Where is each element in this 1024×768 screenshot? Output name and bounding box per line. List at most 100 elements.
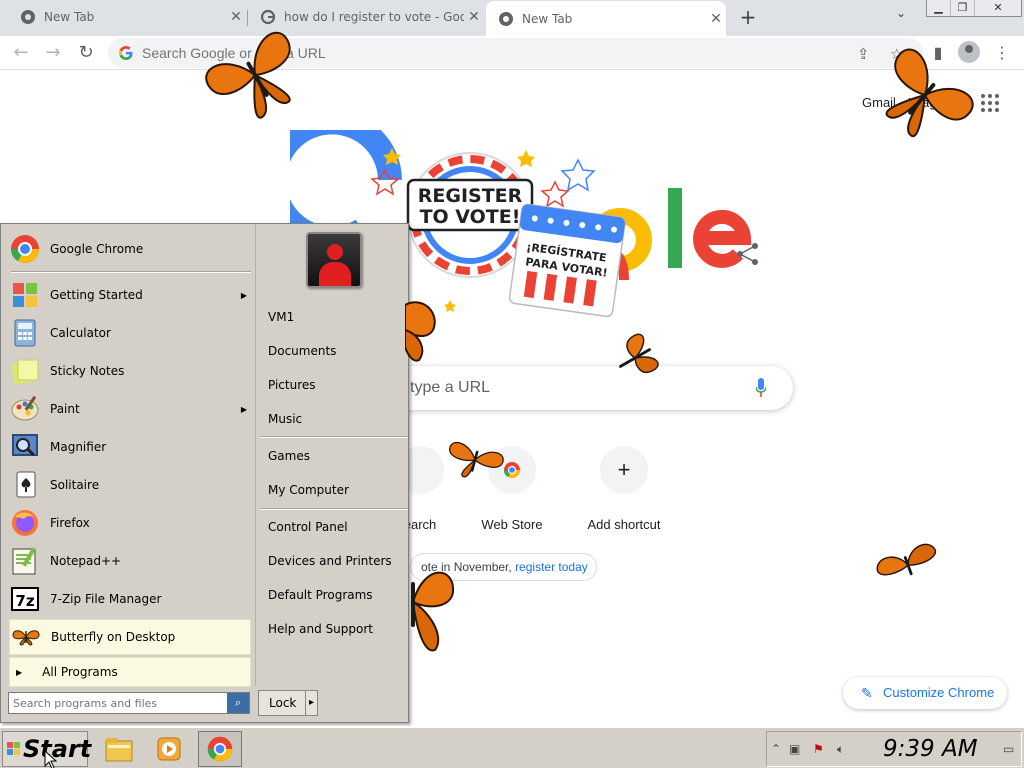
start-link-music[interactable]: Music	[268, 412, 302, 426]
kebab-menu-icon[interactable]: ⋮	[991, 42, 1013, 64]
start-link-my-computer[interactable]: My Computer	[268, 483, 349, 497]
start-link-pictures[interactable]: Pictures	[268, 378, 316, 392]
tab-close-icon[interactable]: ✕	[464, 9, 484, 25]
magnifier-icon	[12, 434, 38, 456]
start-item-butterfly-on-desktop[interactable]: Butterfly on Desktop	[9, 619, 251, 655]
start-item-notepadpp[interactable]: Notepad++	[9, 543, 251, 579]
forward-arrow-icon[interactable]: →	[40, 40, 66, 66]
clock[interactable]: 9:39 AM	[883, 736, 978, 762]
sticky-notes-icon	[11, 359, 39, 385]
start-item-google-chrome[interactable]: Google Chrome	[9, 231, 251, 267]
start-item-getting-started[interactable]: Getting Started ▶	[9, 277, 251, 313]
butterfly-overlay[interactable]	[590, 318, 680, 398]
firefox-icon	[12, 510, 38, 536]
butterfly-overlay[interactable]	[866, 540, 950, 590]
show-desktop-icon[interactable]: ▭	[1003, 742, 1014, 756]
submenu-arrow-icon: ▶	[240, 290, 247, 300]
start-item-label: Notepad++	[50, 554, 122, 568]
tab-new-tab-active[interactable]: New Tab ✕	[486, 1, 726, 36]
taskbar-media-player[interactable]	[151, 731, 187, 767]
start-search-box[interactable]: ⌕	[8, 692, 250, 714]
taskbar-explorer[interactable]	[101, 731, 137, 767]
network-icon[interactable]: ▣	[789, 742, 800, 756]
getting-started-icon	[13, 283, 37, 307]
ntp-search-placeholder: type a URL	[410, 379, 491, 396]
reload-icon[interactable]: ↻	[73, 40, 99, 66]
start-item-solitaire[interactable]: Solitaire	[9, 467, 251, 503]
restore-icon[interactable]: ❐	[951, 0, 975, 16]
volume-icon[interactable]: 🔈︎	[837, 742, 844, 757]
start-item-calculator[interactable]: Calculator	[9, 315, 251, 351]
tab-title: how do I register to vote - Google S	[284, 10, 464, 24]
start-item-label: Paint	[50, 402, 80, 416]
taskbar: Start ⌃ ▣ ⚑ 🔈︎ 9:39 AM ▭	[0, 726, 1024, 768]
start-item-firefox[interactable]: Firefox	[9, 505, 251, 541]
start-link-default-programs[interactable]: Default Programs	[268, 588, 373, 602]
start-item-label: Butterfly on Desktop	[51, 630, 176, 644]
minimize-icon[interactable]: ▁	[927, 0, 951, 16]
start-item-7zip[interactable]: 7z 7-Zip File Manager	[9, 581, 251, 617]
customize-label: Customize Chrome	[883, 685, 995, 700]
start-search-input[interactable]	[13, 695, 223, 711]
system-tray: ⌃ ▣ ⚑ 🔈︎ 9:39 AM ▭	[766, 731, 1022, 767]
start-link-help-support[interactable]: Help and Support	[268, 622, 373, 636]
share-icon[interactable]: ⇪	[857, 45, 870, 63]
start-link-documents[interactable]: Documents	[268, 344, 336, 358]
start-link-vm1[interactable]: VM1	[268, 310, 294, 324]
all-programs-button[interactable]: ▶ All Programs	[9, 657, 251, 687]
action-center-icon[interactable]: ⚑	[813, 742, 824, 756]
start-link-games[interactable]: Games	[268, 449, 310, 463]
start-item-label: Magnifier	[50, 440, 107, 454]
start-menu-places-pane: VM1 Documents Pictures Music Games My Co…	[255, 224, 408, 686]
all-programs-label: All Programs	[42, 665, 118, 679]
windows-flag-icon	[7, 742, 20, 755]
shortcut-add[interactable]: + Add shortcut	[568, 446, 680, 532]
butterfly-icon	[12, 630, 40, 646]
start-divider	[11, 271, 251, 273]
doodle-letter-l-green	[668, 188, 682, 268]
start-item-label: Firefox	[50, 516, 90, 530]
all-programs-arrow-icon: ▶	[16, 667, 23, 677]
microphone-icon[interactable]	[756, 378, 766, 398]
paint-icon	[11, 395, 39, 421]
start-item-paint[interactable]: Paint ▶	[9, 391, 251, 427]
chrome-icon	[207, 736, 233, 762]
tab-strip: New Tab ✕ how do I register to vote - Go…	[0, 0, 1024, 36]
notepadpp-icon	[12, 547, 36, 575]
start-item-label: Getting Started	[50, 288, 143, 302]
doodle-outline-star-blue	[560, 158, 596, 192]
submenu-arrow-icon: ▶	[240, 404, 247, 414]
shortcut-label: Add shortcut	[587, 517, 661, 532]
media-player-icon	[157, 737, 181, 761]
solitaire-icon	[16, 471, 36, 498]
start-menu-programs-pane: Google Chrome Getting Started ▶ Calculat…	[3, 226, 253, 687]
back-arrow-icon[interactable]: ←	[8, 40, 34, 66]
butterfly-overlay[interactable]	[405, 285, 445, 365]
explorer-icon	[105, 738, 133, 762]
butterfly-overlay[interactable]	[870, 40, 980, 150]
mouse-cursor-icon	[44, 750, 58, 768]
tab-close-icon[interactable]: ✕	[706, 11, 726, 27]
register-today-link[interactable]: register today	[515, 560, 588, 574]
customize-chrome-button[interactable]: ✎ Customize Chrome	[843, 677, 1007, 709]
new-tab-plus-icon[interactable]: +	[736, 5, 760, 29]
lock-button[interactable]: Lock	[258, 690, 318, 716]
user-avatar[interactable]	[306, 232, 362, 288]
google-apps-grid-icon[interactable]	[981, 94, 999, 112]
start-item-magnifier[interactable]: Magnifier	[9, 429, 251, 465]
butterfly-overlay[interactable]	[430, 425, 520, 495]
tray-expand-icon[interactable]: ⌃	[771, 742, 781, 756]
close-window-icon[interactable]: ✕	[975, 0, 1021, 16]
butterfly-overlay[interactable]	[200, 20, 310, 130]
badge-text-line1: REGISTER	[418, 185, 523, 207]
start-item-sticky-notes[interactable]: Sticky Notes	[9, 353, 251, 389]
search-icon[interactable]: ⌕	[227, 693, 249, 713]
doodle-share-icon	[737, 243, 758, 265]
taskbar-chrome[interactable]	[198, 731, 242, 767]
chrome-favicon-icon	[499, 11, 513, 26]
tab-search-chevron-icon[interactable]: ⌄	[896, 6, 906, 20]
butterfly-overlay[interactable]	[405, 552, 460, 657]
start-link-devices-printers[interactable]: Devices and Printers	[268, 554, 392, 568]
shortcut-label: Web Store	[481, 517, 543, 532]
start-link-control-panel[interactable]: Control Panel	[268, 520, 348, 534]
